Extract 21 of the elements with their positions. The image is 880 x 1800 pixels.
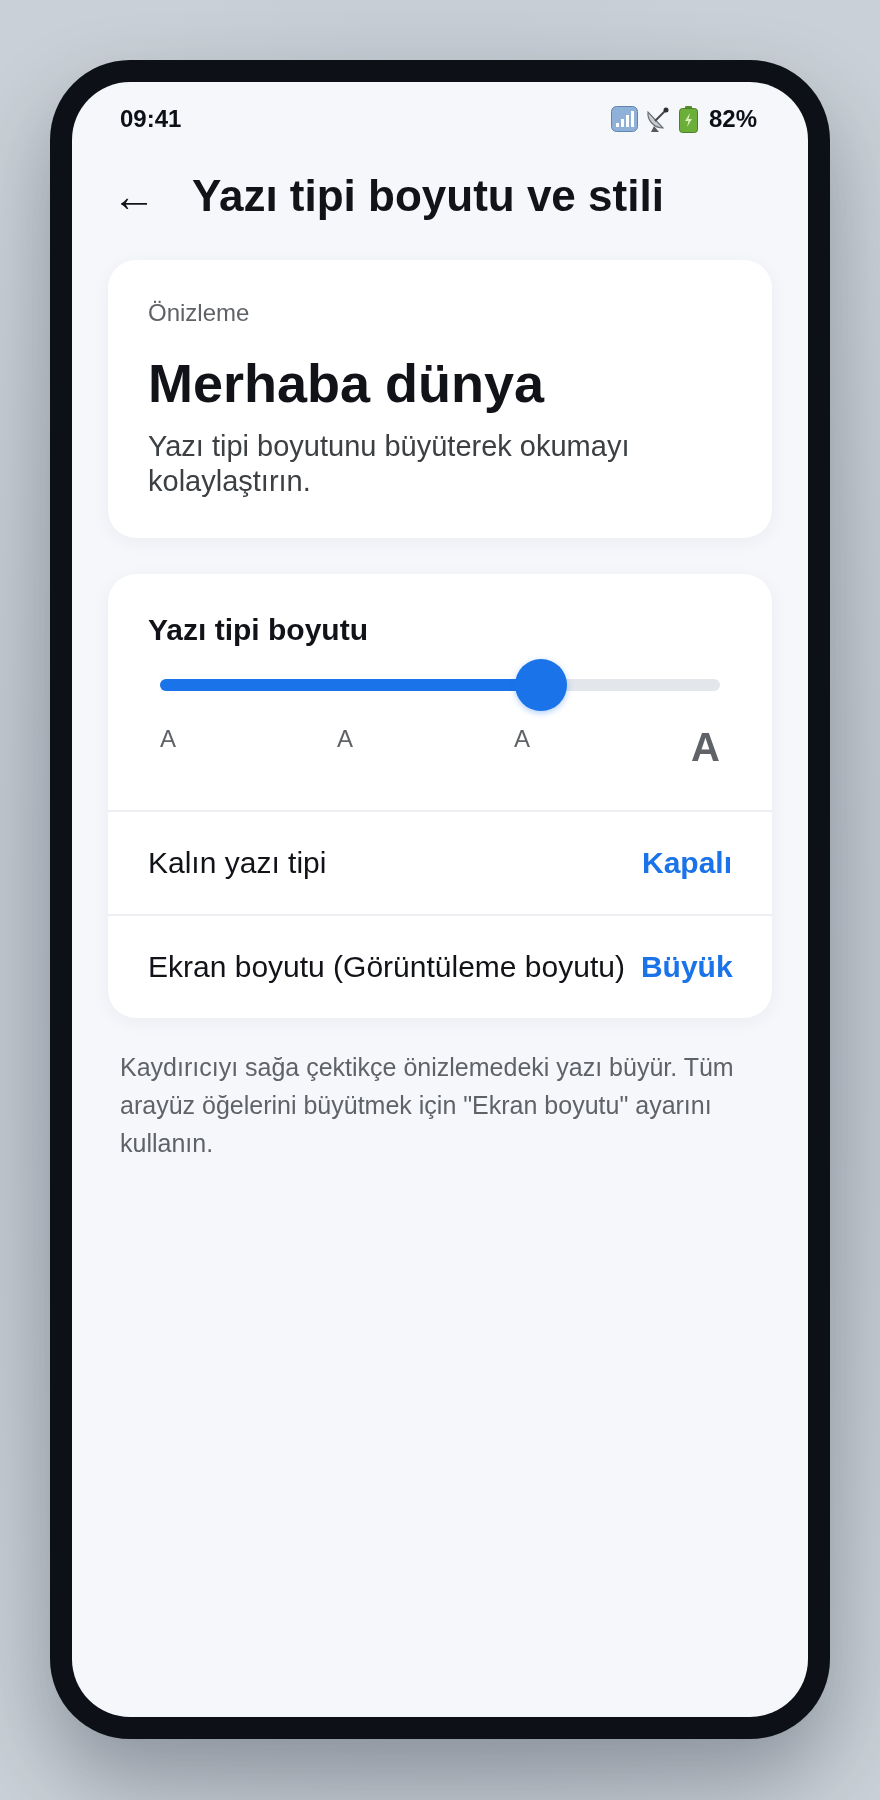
preview-heading: Merhaba dünya (148, 352, 546, 415)
page-title: Yazı tipi boyutu ve stili (192, 170, 664, 222)
size-marker: A (160, 727, 176, 751)
help-text: Kaydırıcıyı sağa çektikçe önizlemedeki yazı büyür. Tüm arayüz öğelerini büyütmek için "Ekran boyutu" ayarını kullanın. (120, 1052, 735, 1159)
size-marker: A (337, 727, 354, 751)
setting-label: Kalın yazı tipi (148, 845, 327, 881)
size-marker: A (514, 727, 531, 751)
preview-label: Önizleme (148, 298, 251, 328)
preview-text: Yazı tipi boyutunu büyüterek okumayı kolaylaştırın. (148, 429, 631, 499)
setting-value[interactable]: Kapalı (641, 845, 732, 881)
setting-label: Ekran boyutu (Görüntüleme boyutu) (148, 949, 625, 985)
size-marker: A (691, 727, 720, 767)
battery-icon (678, 105, 698, 133)
battery-percentage: 82% (708, 106, 757, 132)
slider-track[interactable] (160, 659, 720, 711)
back-button[interactable]: ← (112, 174, 156, 218)
section-title: Yazı tipi boyutu (148, 612, 369, 648)
setting-value[interactable]: Büyük (640, 949, 733, 985)
status-time: 09:41 (120, 106, 182, 132)
signal-icon (610, 106, 638, 132)
slider-thumb[interactable] (514, 659, 567, 711)
